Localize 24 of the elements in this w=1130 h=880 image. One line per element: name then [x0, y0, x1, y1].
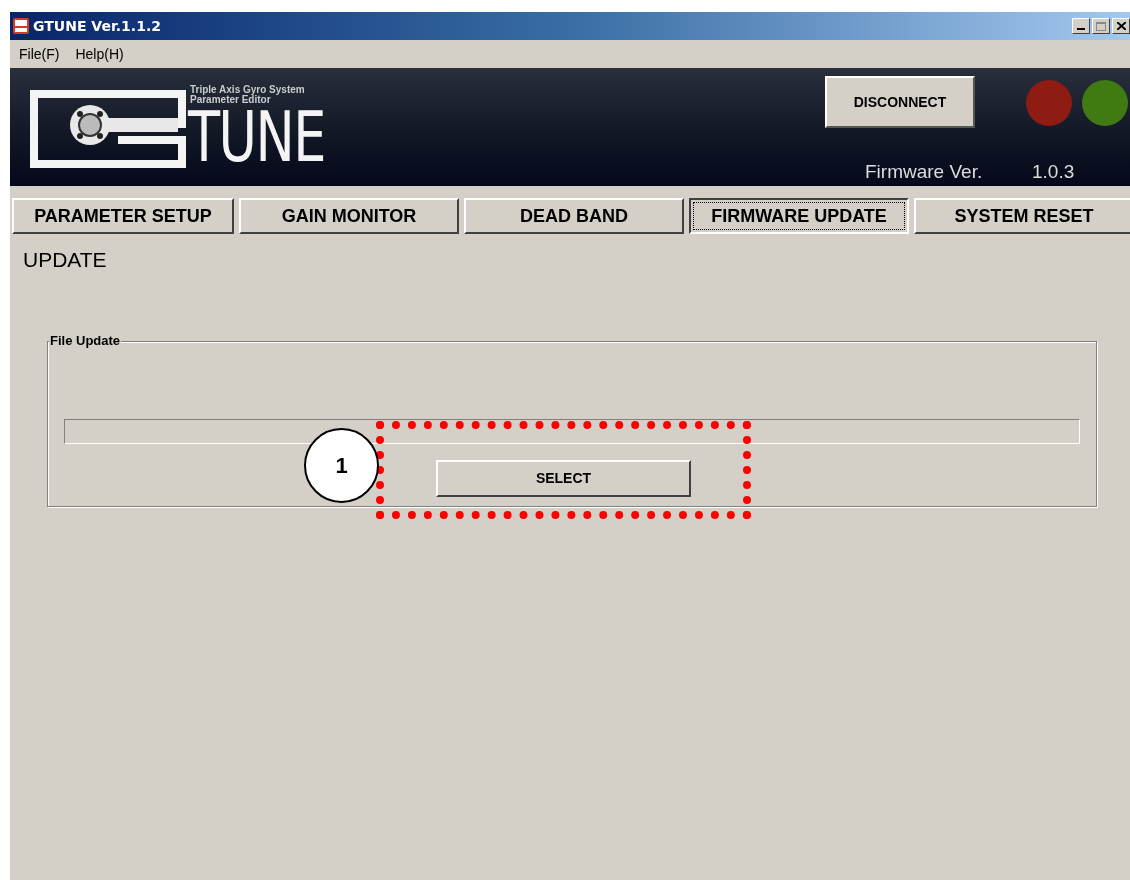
window-title: GTUNE Ver.1.1.2 — [33, 16, 161, 36]
tab[interactable]: DEAD BAND — [464, 198, 684, 234]
menu-item[interactable]: File(F) — [19, 43, 60, 65]
tab[interactable]: PARAMETER SETUP — [12, 198, 234, 234]
firmware-label: Firmware Ver. — [865, 160, 983, 184]
disconnect-button[interactable]: DISCONNECT — [825, 76, 975, 128]
close-icon — [1116, 22, 1126, 30]
tab[interactable]: GAIN MONITOR — [239, 198, 459, 234]
tab[interactable]: SYSTEM RESET — [914, 198, 1130, 234]
maximize-button[interactable] — [1092, 18, 1110, 34]
subtitle-text: Parameter Editor — [190, 95, 271, 105]
minimize-button[interactable] — [1072, 18, 1090, 34]
tab[interactable]: FIRMWARE UPDATE — [689, 198, 909, 234]
logo-text: TUNE — [188, 102, 325, 172]
maximize-icon — [1096, 21, 1106, 31]
firmware-version: 1.0.3 — [1032, 160, 1075, 184]
app-icon — [12, 17, 30, 35]
close-button[interactable] — [1112, 18, 1130, 34]
select-button[interactable]: SELECT — [436, 459, 691, 497]
subtitle-text: Triple Axis Gyro System — [190, 85, 305, 95]
menu-item[interactable]: Help(H) — [75, 43, 124, 65]
minimize-icon — [1077, 28, 1085, 30]
logo-icon — [28, 88, 188, 168]
section-title: UPDATE — [23, 247, 108, 273]
